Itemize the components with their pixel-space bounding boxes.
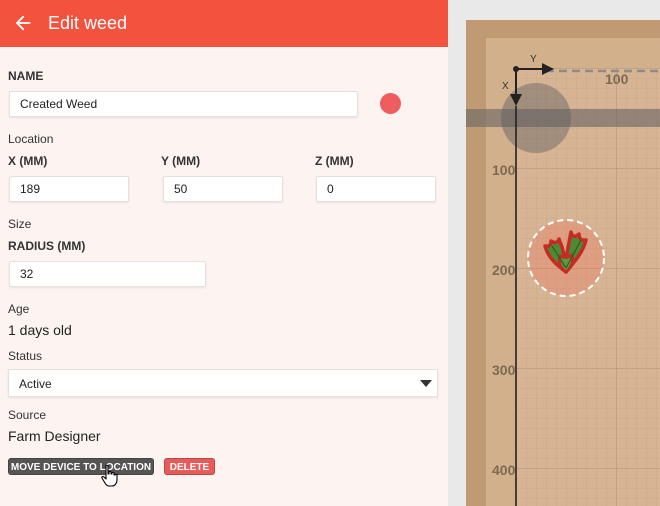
status-selected-value: Active <box>19 377 52 391</box>
chevron-down-icon <box>420 380 432 387</box>
source-section-label: Source <box>8 408 47 422</box>
age-value: 1 days old <box>8 322 72 338</box>
color-picker-dot[interactable] <box>380 93 401 114</box>
left-tick-100: 100 <box>492 162 516 178</box>
page-title: Edit weed <box>48 13 128 33</box>
radius-input[interactable] <box>9 261 206 287</box>
y-input[interactable] <box>163 176 283 202</box>
arrow-left-icon[interactable] <box>12 12 34 34</box>
garden-map[interactable]: Y X 100 100 200 300 400 <box>448 0 660 506</box>
status-dropdown[interactable]: Active <box>8 369 438 397</box>
size-section-label: Size <box>8 217 32 231</box>
move-device-button[interactable]: MOVE DEVICE TO LOCATION <box>8 458 154 475</box>
delete-button[interactable]: DELETE <box>164 458 215 475</box>
x-input[interactable] <box>9 176 129 202</box>
z-input[interactable] <box>316 176 436 202</box>
left-tick-200: 200 <box>492 262 516 278</box>
left-tick-300: 300 <box>492 362 516 378</box>
panel-header: Edit weed <box>0 0 448 47</box>
hand-cursor-icon <box>101 464 118 487</box>
map-canvas: Y X 100 100 200 300 400 <box>466 20 660 506</box>
radius-label: RADIUS (MM) <box>8 239 86 253</box>
name-input[interactable] <box>9 91 358 117</box>
age-section-label: Age <box>8 302 30 316</box>
source-value: Farm Designer <box>8 428 101 444</box>
name-label: NAME <box>8 69 44 83</box>
x-label: X (MM) <box>8 154 48 168</box>
tool-head-circle <box>501 83 571 153</box>
y-label: Y (MM) <box>161 154 201 168</box>
status-section-label: Status <box>8 349 43 363</box>
y-axis-letter: Y <box>530 54 537 65</box>
top-tick-label: 100 <box>605 71 629 87</box>
z-label: Z (MM) <box>315 154 354 168</box>
weed-marker[interactable] <box>527 219 605 297</box>
left-tick-400: 400 <box>492 462 516 478</box>
x-axis-letter: X <box>502 81 509 92</box>
location-section-label: Location <box>8 132 54 146</box>
edit-weed-panel: Edit weed NAME Location X (MM) Y (MM) Z … <box>0 0 448 506</box>
